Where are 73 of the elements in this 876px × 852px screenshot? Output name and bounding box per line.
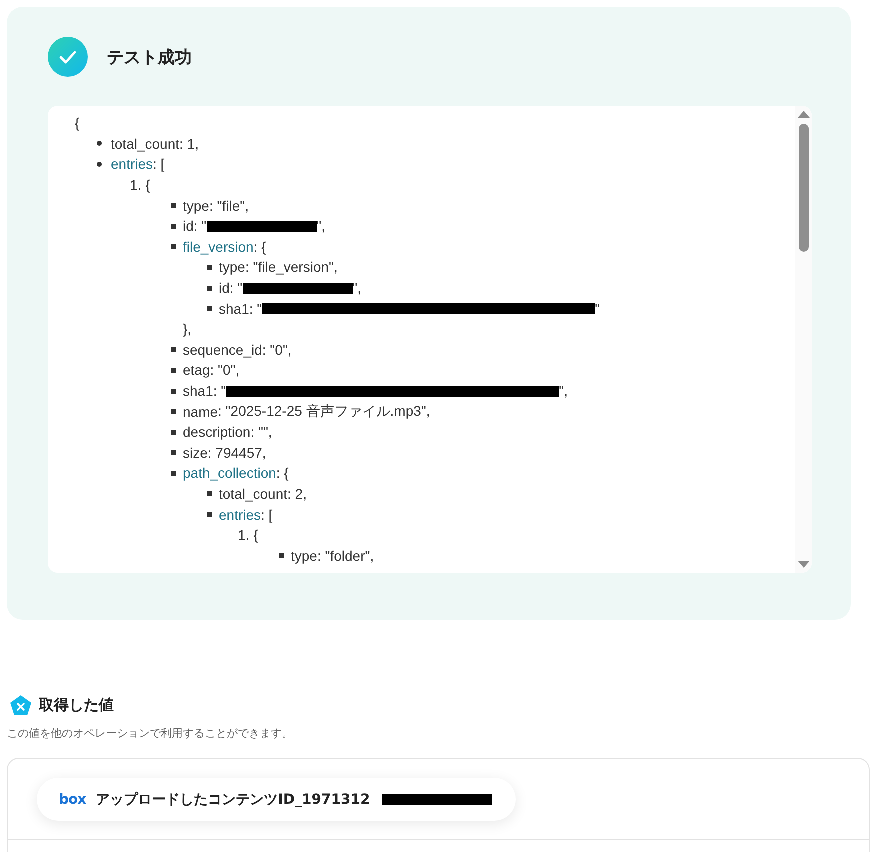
json-key-link[interactable]: path_collection — [183, 465, 276, 482]
value-chip[interactable]: box アップロードしたコンテンツID_1971312 — [37, 778, 516, 821]
bullet-icon — [207, 264, 212, 270]
json-key: name — [183, 404, 218, 420]
json-key: total_count — [111, 136, 180, 152]
json-key: sha1 — [183, 383, 214, 400]
json-key: type — [291, 548, 318, 564]
json-key: total_count — [219, 486, 288, 502]
json-text: : 2, — [288, 486, 307, 502]
json-text: { — [254, 527, 258, 544]
box-logo: box — [59, 792, 86, 808]
bullet-icon — [97, 141, 102, 146]
json-text: : "file", — [209, 198, 249, 214]
json-text: : 1, — [180, 136, 199, 152]
json-key: size — [183, 444, 208, 461]
json-text: : [ — [261, 506, 273, 523]
bullet-icon — [171, 470, 176, 476]
json-key: type — [219, 259, 246, 276]
bullet-icon — [171, 368, 176, 373]
result-title: テスト成功 — [107, 46, 192, 68]
bullet-icon — [171, 203, 176, 208]
bullet-icon — [207, 286, 212, 291]
bullet-icon — [171, 409, 176, 414]
json-text: ", — [316, 218, 326, 234]
json-text: : " — [194, 218, 207, 234]
json-key-link[interactable]: file_version — [183, 238, 254, 255]
section-description: この値を他のオペレーションで利用することができます。 — [7, 726, 294, 741]
json-text: ", — [559, 383, 568, 400]
json-key-link[interactable]: entries — [111, 156, 154, 172]
json-text: : [ — [153, 156, 165, 172]
json-text: : "file_version", — [245, 259, 338, 276]
bullet-icon — [207, 306, 212, 312]
scroll-up-icon[interactable] — [798, 110, 810, 118]
json-text: { — [75, 115, 80, 132]
bullet-icon — [171, 388, 176, 394]
scrollbar[interactable] — [795, 106, 812, 573]
json-text: : { — [254, 238, 266, 255]
json-text: " — [595, 300, 600, 317]
json-text: : "0", — [210, 362, 240, 378]
json-text: ", — [352, 280, 362, 296]
json-text: : "", — [250, 424, 272, 440]
section-title: 取得した値 — [39, 696, 114, 715]
json-text: : " — [213, 383, 226, 400]
bullet-icon — [171, 450, 176, 456]
json-key: type — [183, 198, 210, 214]
json-key: sequence_id — [183, 342, 262, 358]
json-text: : "folder", — [317, 548, 374, 564]
scrollbar-thumb[interactable] — [798, 124, 808, 252]
json-key-link[interactable]: entries — [219, 506, 262, 523]
bullet-icon — [97, 162, 102, 167]
list-number: 1. — [238, 527, 250, 544]
bullet-icon — [279, 553, 284, 558]
json-key: id — [219, 280, 230, 296]
list-number: 1. — [130, 177, 142, 194]
bullet-icon — [171, 244, 176, 250]
bullet-icon — [171, 430, 176, 435]
json-key: id — [183, 218, 194, 234]
json-text: : { — [276, 465, 289, 482]
json-text: : "0", — [262, 342, 292, 358]
json-key: description — [183, 424, 251, 440]
scroll-down-icon[interactable] — [798, 561, 810, 569]
json-text: : "2025-12-25 音声ファイル.mp3", — [218, 402, 430, 421]
json-key: etag — [183, 362, 210, 378]
json-text: }, — [183, 321, 192, 338]
json-text: : " — [249, 300, 262, 317]
bullet-icon — [171, 224, 176, 229]
json-key: sha1 — [219, 300, 250, 317]
bullet-icon — [207, 512, 212, 518]
json-text: { — [146, 177, 150, 194]
json-text: : " — [230, 280, 243, 296]
json-text: : 794457, — [208, 444, 266, 461]
bullet-icon — [171, 347, 176, 352]
bullet-icon — [207, 491, 212, 496]
